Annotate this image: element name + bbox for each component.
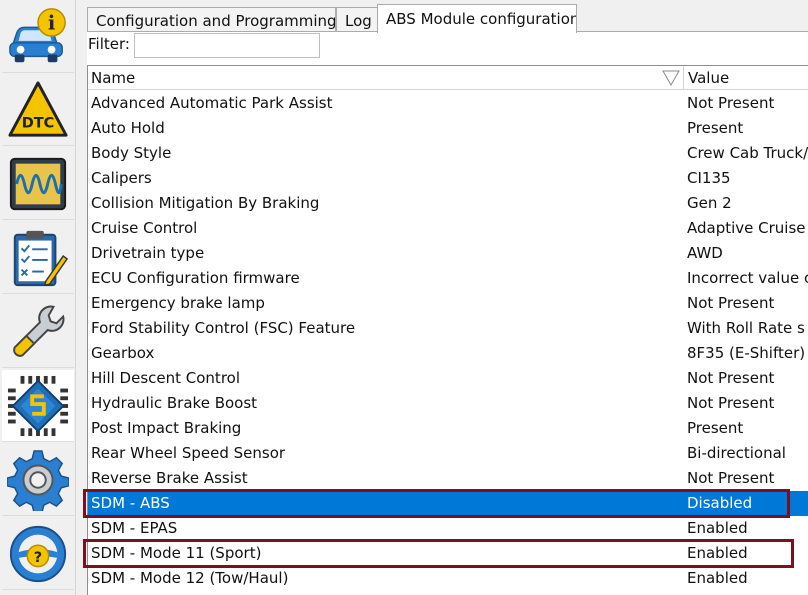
tab-abs-module-configuration[interactable]: ABS Module configuration xyxy=(377,4,577,33)
module-programming-button[interactable] xyxy=(2,370,74,442)
row-value: Incorrect value c xyxy=(687,269,808,287)
oscilloscope-button[interactable] xyxy=(2,148,74,220)
row-value: Gen 2 xyxy=(687,194,732,212)
row-name: Cruise Control xyxy=(91,219,198,237)
row-name: ECU Configuration firmware xyxy=(91,269,300,287)
table-row[interactable]: Rear Wheel Speed Sensor Bi-directional xyxy=(88,441,808,466)
row-name: SDM - Mode 12 (Tow/Haul) xyxy=(91,569,289,587)
row-value: Present xyxy=(687,419,744,437)
row-name: Post Impact Braking xyxy=(91,419,242,437)
column-header-name-label: Name xyxy=(91,69,136,87)
vehicle-info-button[interactable]: i xyxy=(2,1,74,73)
dtc-warning-icon: DTC xyxy=(8,80,68,137)
row-value: With Roll Rate s xyxy=(687,319,805,337)
table-row[interactable]: Drivetrain type AWD xyxy=(88,241,808,266)
settings-button[interactable] xyxy=(2,444,74,516)
grid-header: Name Value xyxy=(88,66,808,90)
row-name: SDM - Mode 11 (Sport) xyxy=(91,544,262,562)
table-row[interactable]: Auto Hold Present xyxy=(88,116,808,141)
row-name: Body Style xyxy=(91,144,172,162)
row-value: CI135 xyxy=(687,169,731,187)
row-name: Emergency brake lamp xyxy=(91,294,265,312)
row-value: Present xyxy=(687,119,744,137)
table-row[interactable]: SDM - EPAS Enabled xyxy=(88,516,808,541)
help-button[interactable]: ? xyxy=(2,518,74,590)
row-name: Advanced Automatic Park Assist xyxy=(91,94,333,112)
row-name: Ford Stability Control (FSC) Feature xyxy=(91,319,356,337)
row-value: Not Present xyxy=(687,294,775,312)
table-row[interactable]: Collision Mitigation By Braking Gen 2 xyxy=(88,191,808,216)
row-name: Auto Hold xyxy=(91,119,165,137)
table-row[interactable]: Hill Descent Control Not Present xyxy=(88,366,808,391)
chip-icon xyxy=(7,375,69,436)
car-info-icon: i xyxy=(9,7,66,62)
dtc-label: DTC xyxy=(22,115,55,131)
column-header-name[interactable]: Name xyxy=(88,66,684,90)
checklist-icon xyxy=(13,230,69,286)
table-row[interactable]: Calipers CI135 xyxy=(88,166,808,191)
sort-descending-icon[interactable] xyxy=(662,70,680,86)
row-value: Not Present xyxy=(687,394,775,412)
row-name: Drivetrain type xyxy=(91,244,205,262)
row-value: Enabled xyxy=(687,569,748,587)
checklist-button[interactable] xyxy=(2,222,74,294)
row-value: Bi-directional xyxy=(687,444,786,462)
tab-bar: Configuration and Programming Log ABS Mo… xyxy=(87,4,808,33)
gear-icon xyxy=(7,449,69,511)
table-row[interactable]: Ford Stability Control (FSC) Feature With… xyxy=(88,316,808,341)
table-row[interactable]: Body Style Crew Cab Truck/ xyxy=(88,141,808,166)
table-row[interactable]: SDM - Mode 11 (Sport) Enabled xyxy=(88,541,808,566)
row-name: Reverse Brake Assist xyxy=(91,469,248,487)
left-toolbar: i DTC ? xyxy=(0,0,76,595)
service-button[interactable] xyxy=(2,296,74,368)
table-row[interactable]: Cruise Control Adaptive Cruise xyxy=(88,216,808,241)
grid-rows: Advanced Automatic Park Assist Not Presen… xyxy=(88,91,808,591)
table-row[interactable]: Gearbox 8F35 (E-Shifter) xyxy=(88,341,808,366)
info-glyph: i xyxy=(48,11,55,34)
column-header-value[interactable]: Value xyxy=(685,66,808,90)
wrench-icon xyxy=(13,305,65,357)
row-name: Hill Descent Control xyxy=(91,369,240,387)
table-row[interactable]: Hydraulic Brake Boost Not Present xyxy=(88,391,808,416)
row-value: Not Present xyxy=(687,94,775,112)
filter-input[interactable] xyxy=(134,33,320,58)
row-value: Not Present xyxy=(687,369,775,387)
table-row[interactable]: Emergency brake lamp Not Present xyxy=(88,291,808,316)
help-glyph: ? xyxy=(34,549,42,565)
row-name: SDM - ABS xyxy=(91,494,170,512)
table-row[interactable]: Reverse Brake Assist Not Present xyxy=(88,466,808,491)
dtc-button[interactable]: DTC xyxy=(2,74,74,146)
row-value: Disabled xyxy=(687,494,753,512)
table-row[interactable]: Post Impact Braking Present xyxy=(88,416,808,441)
configuration-grid: Name Value Advanced Automatic Park Assis… xyxy=(87,65,808,595)
row-value: Adaptive Cruise xyxy=(687,219,806,237)
abs-configuration-panel: Filter: Name Value Advanced Automatic Pa… xyxy=(87,32,808,595)
oscilloscope-icon xyxy=(9,157,67,210)
row-name: SDM - EPAS xyxy=(91,519,178,537)
row-value: 8F35 (E-Shifter) xyxy=(687,344,806,362)
row-value: AWD xyxy=(687,244,723,262)
table-row[interactable]: SDM - Mode 12 (Tow/Haul) Enabled xyxy=(88,566,808,591)
row-value: Crew Cab Truck/ xyxy=(687,144,808,162)
table-row[interactable]: ECU Configuration firmware Incorrect valu… xyxy=(88,266,808,291)
tab-configuration-and-programming[interactable]: Configuration and Programming xyxy=(87,7,336,33)
filter-label: Filter: xyxy=(88,35,130,53)
table-row[interactable]: Advanced Automatic Park Assist Not Presen… xyxy=(88,91,808,116)
row-name: Gearbox xyxy=(91,344,155,362)
row-value: Not Present xyxy=(687,469,775,487)
row-value: Enabled xyxy=(687,519,748,537)
table-row[interactable]: SDM - ABS Disabled xyxy=(88,491,808,516)
row-name: Collision Mitigation By Braking xyxy=(91,194,320,212)
row-value: Enabled xyxy=(687,544,748,562)
help-wheel-icon: ? xyxy=(9,525,67,582)
row-name: Rear Wheel Speed Sensor xyxy=(91,444,286,462)
tab-log[interactable]: Log xyxy=(336,7,378,33)
row-name: Hydraulic Brake Boost xyxy=(91,394,258,412)
row-name: Calipers xyxy=(91,169,152,187)
